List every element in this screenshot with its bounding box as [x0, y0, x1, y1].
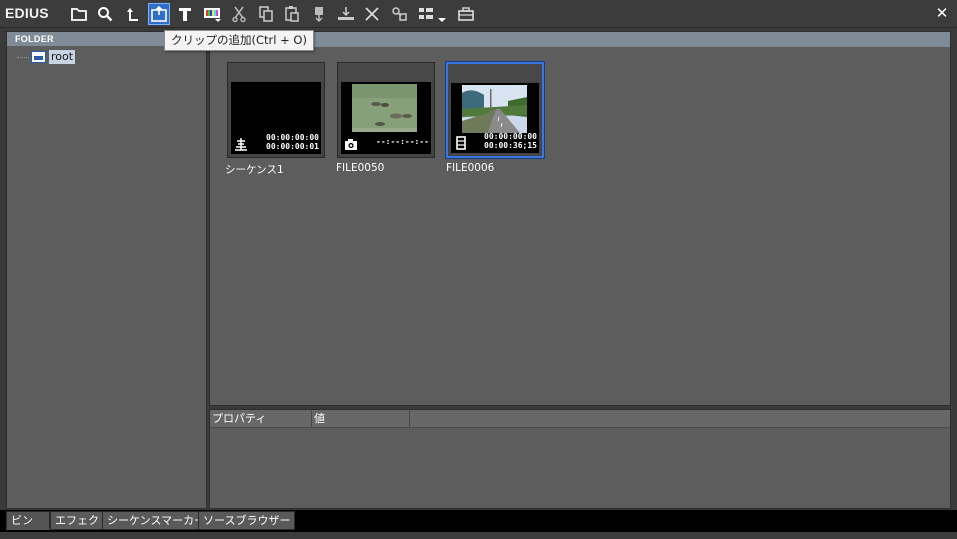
tab-sequence-markers[interactable]: シーケンスマーカー — [102, 511, 211, 530]
copy-icon[interactable] — [255, 3, 277, 25]
clip-timecode-duration: 00:00:36;15 — [484, 141, 537, 150]
window-bottom-edge — [0, 532, 957, 539]
tooltip: クリップの追加(Ctrl + O) — [164, 30, 314, 51]
film-icon — [454, 136, 468, 150]
tree-connector — [17, 56, 29, 58]
value-column-header[interactable]: 値 — [312, 410, 410, 427]
properties-header: プロパティ 値 — [210, 410, 950, 428]
add-clip-icon[interactable] — [148, 3, 170, 25]
clip-timecode-duration: 00:00:00:01 — [266, 142, 319, 151]
title-icon[interactable] — [174, 3, 196, 25]
bin-menu-icon[interactable] — [455, 3, 477, 25]
search-icon[interactable] — [94, 3, 116, 25]
bottom-tab-bar: ビン エフェクト シーケンスマーカー ソースブラウザー — [0, 510, 957, 532]
ducks-thumbnail — [352, 84, 417, 132]
clip-name[interactable]: シーケンス1 — [225, 162, 284, 177]
bin-pane: 00:00:00:00 00:00:00:01 シーケンス1 --:--:--:… — [209, 31, 951, 406]
app-title: EDIUS — [5, 5, 49, 21]
clip-preview: --:--:--:-- — [341, 82, 431, 154]
clip-timecode-in: 00:00:00:00 — [484, 132, 537, 141]
clip-thumbnail[interactable]: --:--:--:-- — [337, 62, 435, 158]
road-thumbnail — [462, 85, 527, 133]
tree-item-label[interactable]: root — [49, 50, 76, 64]
tab-bin[interactable]: ビン — [6, 511, 50, 530]
clip-thumbnail[interactable]: 00:00:00:00 00:00:00:01 — [227, 62, 325, 158]
marker-icon[interactable] — [308, 3, 330, 25]
color-bar-icon[interactable] — [201, 3, 223, 25]
clip-timecode-in: --:--:--:-- — [376, 137, 429, 146]
folder-icon — [31, 51, 46, 63]
chevron-down-icon[interactable] — [436, 3, 448, 25]
clip-name[interactable]: FILE0006 — [446, 162, 494, 174]
up-folder-icon[interactable] — [122, 3, 144, 25]
insert-timeline-icon[interactable] — [335, 3, 357, 25]
close-button[interactable]: ✕ — [933, 3, 951, 23]
properties-icon[interactable] — [388, 3, 410, 25]
bin-header — [210, 32, 950, 47]
camera-icon — [344, 137, 358, 151]
main-toolbar: EDIUS ✕ — [0, 0, 957, 28]
sequence-icon — [234, 137, 248, 151]
clip-name[interactable]: FILE0050 — [336, 162, 384, 174]
clip-timecode-in: 00:00:00:00 — [266, 133, 319, 142]
view-icon[interactable] — [415, 3, 437, 25]
delete-icon[interactable] — [361, 3, 383, 25]
clip-preview: 00:00:00:00 00:00:36;15 — [451, 83, 539, 153]
tab-source-browser[interactable]: ソースブラウザー — [198, 511, 296, 530]
clip-thumbnail[interactable]: 00:00:00:00 00:00:36;15 — [446, 62, 544, 158]
properties-pane: プロパティ 値 — [209, 409, 951, 509]
cut-icon[interactable] — [228, 3, 250, 25]
property-column-header[interactable]: プロパティ — [210, 410, 312, 427]
clip-preview: 00:00:00:00 00:00:00:01 — [231, 82, 321, 154]
folder-pane: FOLDER root — [6, 31, 207, 509]
folder-icon[interactable] — [68, 3, 90, 25]
paste-icon[interactable] — [281, 3, 303, 25]
tree-item-root[interactable]: root — [17, 49, 76, 65]
